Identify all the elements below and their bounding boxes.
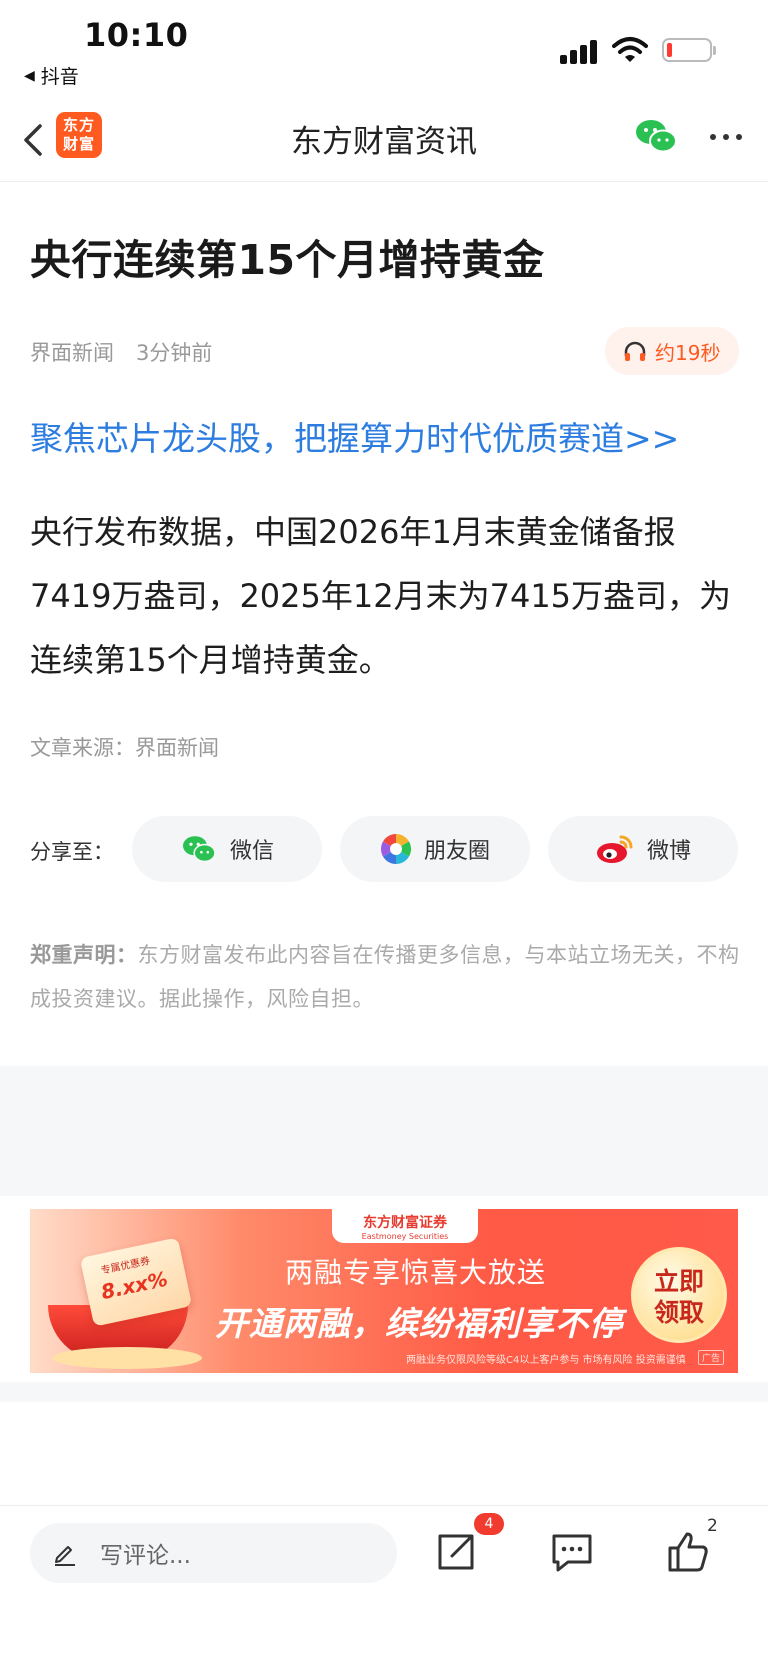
- ad-fineprint: 两融业务仅限风险等级C4以上客户参与 市场有风险 投资需谨慎: [406, 1355, 686, 1366]
- nav-bar: 东方 财富 东方财富资讯: [0, 100, 768, 182]
- promo-link[interactable]: 聚焦芯片龙头股，把握算力时代优质赛道>>: [30, 412, 679, 460]
- article-meta: 界面新闻 3分钟前: [30, 337, 212, 367]
- disclaimer-label: 郑重声明：: [30, 943, 138, 967]
- back-triangle-icon: ◀: [24, 67, 35, 84]
- ad-brand-cn: 东方财富证券: [363, 1215, 447, 1231]
- share-moments-label: 朋友圈: [423, 839, 490, 864]
- article-source[interactable]: 界面新闻: [30, 337, 114, 367]
- wifi-icon: [612, 37, 648, 62]
- battery-icon: [662, 38, 716, 62]
- pen-icon: [55, 1546, 75, 1566]
- back-to-app-link[interactable]: ◀ 抖音: [24, 62, 79, 89]
- moments-icon: [380, 834, 411, 864]
- article-time: 3分钟前: [136, 341, 213, 365]
- article-source-line: 文章来源：界面新闻: [30, 736, 219, 760]
- share-wechat-label: 微信: [229, 839, 274, 864]
- share-moments-button[interactable]: 朋友圈: [340, 816, 530, 882]
- listen-duration: 约19秒: [655, 340, 721, 365]
- share-icon[interactable]: [430, 1526, 482, 1578]
- ad-cta-line-2: 领取: [653, 1298, 704, 1327]
- bottom-action-bar: 写评论... 4 2: [0, 1505, 768, 1663]
- share-wechat-button[interactable]: 微信: [132, 816, 322, 882]
- comment-placeholder: 写评论...: [100, 1543, 191, 1569]
- disclaimer: 郑重声明：东方财富发布此内容旨在传播更多信息，与本站立场无关，不构成投资建议。据…: [30, 933, 740, 1021]
- ad-gold-plate: [52, 1347, 202, 1369]
- back-app-label: 抖音: [40, 66, 79, 88]
- ad-headline: 两融专享惊喜大放送: [285, 1256, 547, 1289]
- ad-cta-line-1: 立即: [653, 1267, 704, 1296]
- listen-button[interactable]: 约19秒: [605, 327, 739, 375]
- wechat-share-icon[interactable]: [634, 116, 678, 156]
- ad-tag: 广告: [698, 1350, 725, 1365]
- share-label: 分享至：: [30, 840, 114, 864]
- status-bar: 10:10 ◀ 抖音: [0, 0, 768, 100]
- status-time: 10:10: [84, 16, 189, 54]
- share-weibo-button[interactable]: 微博: [548, 816, 738, 882]
- article-body: 央行发布数据，中国2026年1月末黄金储备报7419万盎司，2025年12月末为…: [30, 513, 732, 679]
- like-count: 2: [707, 1516, 718, 1536]
- cellular-signal-icon: [560, 40, 602, 64]
- wechat-icon: [182, 836, 216, 863]
- ad-claim-button[interactable]: 立即 领取: [631, 1247, 727, 1343]
- article-title: 央行连续第15个月增持黄金: [30, 236, 545, 284]
- ad-banner[interactable]: 专属优惠券 8.xx% 东方财富证券 Eastmoney Securities …: [30, 1209, 738, 1373]
- section-divider-2: [0, 1382, 768, 1402]
- comment-input[interactable]: 写评论...: [30, 1523, 397, 1583]
- headphones-icon: [624, 341, 646, 361]
- ad-subheadline: 开通两融，缤纷福利享不停: [215, 1304, 623, 1343]
- section-divider: [0, 1066, 768, 1196]
- share-weibo-label: 微博: [646, 839, 691, 864]
- ad-brand-tab: 东方财富证券 Eastmoney Securities: [332, 1209, 478, 1243]
- ad-brand-en: Eastmoney Securities: [361, 1232, 449, 1241]
- more-options-icon[interactable]: [706, 122, 746, 152]
- weibo-icon: [596, 835, 633, 863]
- comment-icon[interactable]: [546, 1526, 598, 1578]
- share-count-badge: 4: [474, 1513, 504, 1535]
